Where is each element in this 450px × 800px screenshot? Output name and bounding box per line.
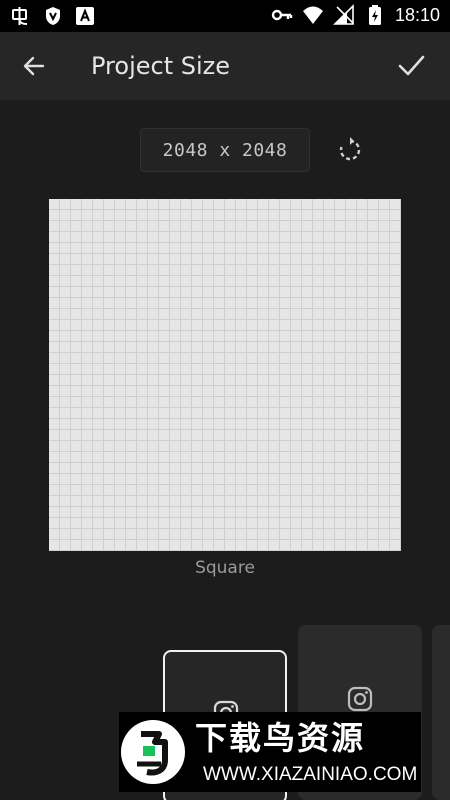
rotate-button[interactable] <box>336 136 364 164</box>
wifi-icon <box>302 4 324 26</box>
bug-icon <box>10 5 32 27</box>
key-icon <box>271 4 293 26</box>
watermark-url: WWW.XIAZAINIAO.COM <box>203 764 418 785</box>
watermark-logo <box>121 720 185 784</box>
project-size-screen: 18:10 Project Size 2048 x 2048 Square 下载… <box>0 0 450 800</box>
instagram-icon <box>347 686 373 712</box>
page-title: Project Size <box>91 52 231 80</box>
preset-card-partial[interactable] <box>432 625 450 800</box>
confirm-button[interactable] <box>394 50 428 82</box>
rotate-icon <box>336 137 364 168</box>
font-icon <box>74 5 96 27</box>
status-bar: 18:10 <box>0 0 450 32</box>
arrow-left-icon <box>18 56 52 86</box>
app-bar: Project Size <box>0 32 450 100</box>
canvas-preview <box>49 199 401 551</box>
status-time: 18:10 <box>394 5 440 25</box>
signal-icon <box>333 4 355 26</box>
watermark-brand: 下载鸟资源 <box>195 719 366 757</box>
watermark: 下载鸟资源 WWW.XIAZAINIAO.COM <box>119 712 421 792</box>
status-left-icons <box>10 5 96 27</box>
size-input[interactable]: 2048 x 2048 <box>140 128 310 172</box>
status-right-icons: 18:10 <box>271 4 440 26</box>
back-button[interactable] <box>18 50 52 82</box>
shield-icon <box>42 5 64 27</box>
battery-icon <box>364 4 386 26</box>
checkmark-icon <box>394 55 428 86</box>
canvas-shape-label: Square <box>195 558 255 578</box>
